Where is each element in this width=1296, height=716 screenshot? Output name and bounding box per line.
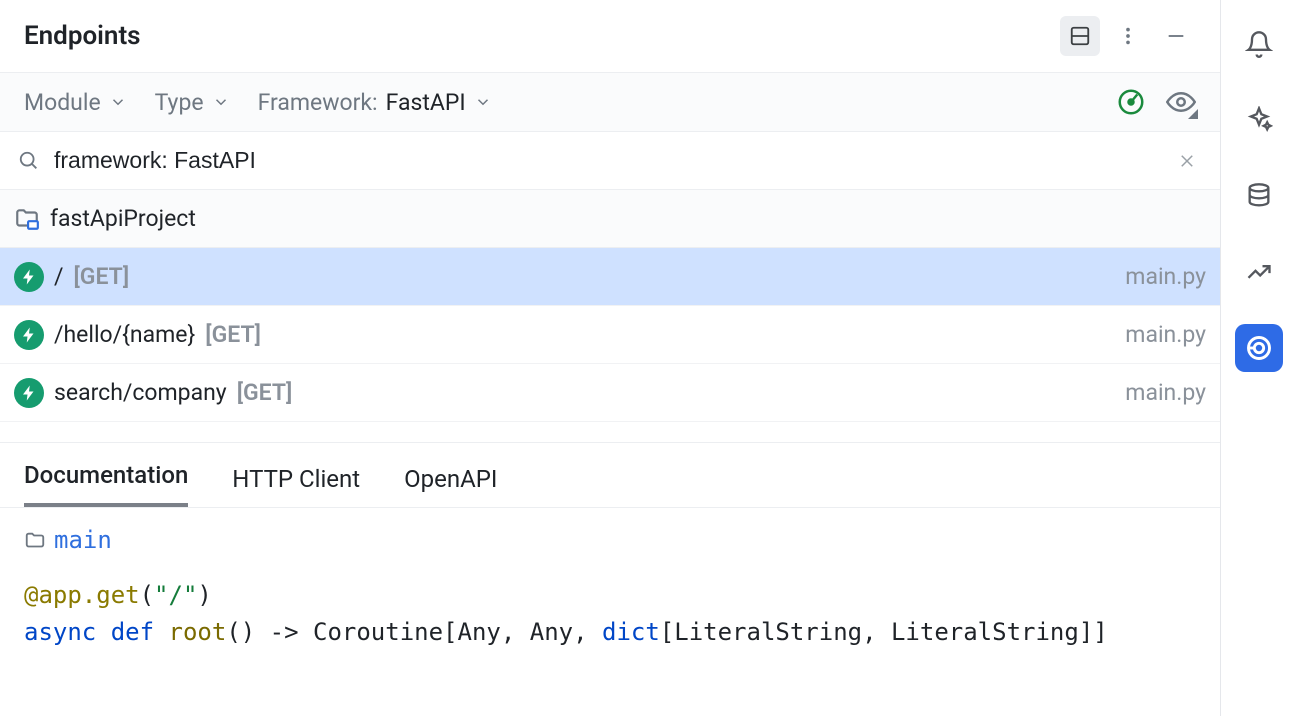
endpoint-method: [GET] — [237, 379, 293, 406]
code-token: () -> Coroutine[Any, Any, — [226, 618, 602, 646]
filter-bar: Module Type Framework: FastAPI — [0, 72, 1220, 132]
rail-ai-assistant[interactable] — [1235, 96, 1283, 144]
endpoint-row[interactable]: /hello/{name} [GET] main.py — [0, 306, 1220, 364]
panel-header: Endpoints — [0, 0, 1220, 72]
endpoint-row[interactable]: / [GET] main.py — [0, 248, 1220, 306]
endpoint-icon — [14, 320, 44, 350]
code-token: root — [169, 618, 227, 646]
endpoint-path: / — [54, 263, 64, 290]
folder-icon — [14, 206, 40, 232]
endpoint-path: /hello/{name} — [54, 321, 195, 348]
chevron-down-icon — [474, 93, 492, 111]
endpoint-method: [GET] — [74, 263, 130, 290]
clear-search-button[interactable] — [1172, 146, 1202, 176]
code-token: async — [24, 618, 96, 646]
rail-endpoints[interactable] — [1235, 324, 1283, 372]
code-signature: @app.get("/") async def root() -> Corout… — [24, 577, 1196, 651]
endpoint-row[interactable]: search/company [GET] main.py — [0, 364, 1220, 422]
endpoint-list: / [GET] main.py /hello/{name} [GET] main… — [0, 248, 1220, 422]
endpoint-file: main.py — [1125, 263, 1206, 290]
code-token: [LiteralString, LiteralString]] — [660, 618, 1108, 646]
endpoint-icon — [14, 378, 44, 408]
endpoint-method: [GET] — [205, 321, 261, 348]
panel-title: Endpoints — [24, 21, 141, 51]
openapi-icon[interactable] — [1116, 87, 1146, 117]
filter-type[interactable]: Type — [155, 89, 230, 116]
chevron-down-icon — [212, 93, 230, 111]
rail-database[interactable] — [1235, 172, 1283, 220]
filter-framework-value: FastAPI — [386, 89, 466, 116]
search-input[interactable] — [46, 143, 1172, 178]
code-token: @app.get — [24, 581, 140, 609]
filter-module-label: Module — [24, 89, 101, 116]
endpoint-icon — [14, 262, 44, 292]
endpoint-path: search/company — [54, 379, 227, 406]
filter-type-label: Type — [155, 89, 204, 116]
documentation-body: main @app.get("/") async def root() -> C… — [0, 508, 1220, 666]
search-row — [0, 132, 1220, 190]
project-row[interactable]: fastApiProject — [0, 190, 1220, 248]
endpoint-file: main.py — [1125, 321, 1206, 348]
code-token: "/" — [154, 581, 197, 609]
chevron-down-icon — [109, 93, 127, 111]
doc-source-file[interactable]: main — [24, 522, 1196, 559]
rail-statistics[interactable] — [1235, 248, 1283, 296]
filter-framework[interactable]: Framework: FastAPI — [258, 89, 492, 116]
right-tool-rail — [1221, 0, 1296, 716]
file-icon — [24, 530, 46, 552]
documentation-tabs: Documentation HTTP Client OpenAPI — [0, 442, 1220, 507]
tab-documentation[interactable]: Documentation — [24, 461, 188, 507]
more-options-button[interactable] — [1108, 16, 1148, 56]
minimize-button[interactable] — [1156, 16, 1196, 56]
code-token: def — [111, 618, 154, 646]
doc-file-label: main — [54, 522, 112, 559]
tab-http-client[interactable]: HTTP Client — [232, 465, 360, 507]
tab-openapi[interactable]: OpenAPI — [404, 465, 497, 507]
layout-toggle-button[interactable] — [1060, 16, 1100, 56]
endpoint-file: main.py — [1125, 379, 1206, 406]
rail-notifications[interactable] — [1235, 20, 1283, 68]
filter-module[interactable]: Module — [24, 89, 127, 116]
project-name: fastApiProject — [50, 205, 196, 232]
code-token: dict — [602, 618, 660, 646]
preview-icon[interactable] — [1166, 87, 1196, 117]
search-icon — [18, 150, 46, 172]
filter-framework-label: Framework: — [258, 89, 378, 116]
